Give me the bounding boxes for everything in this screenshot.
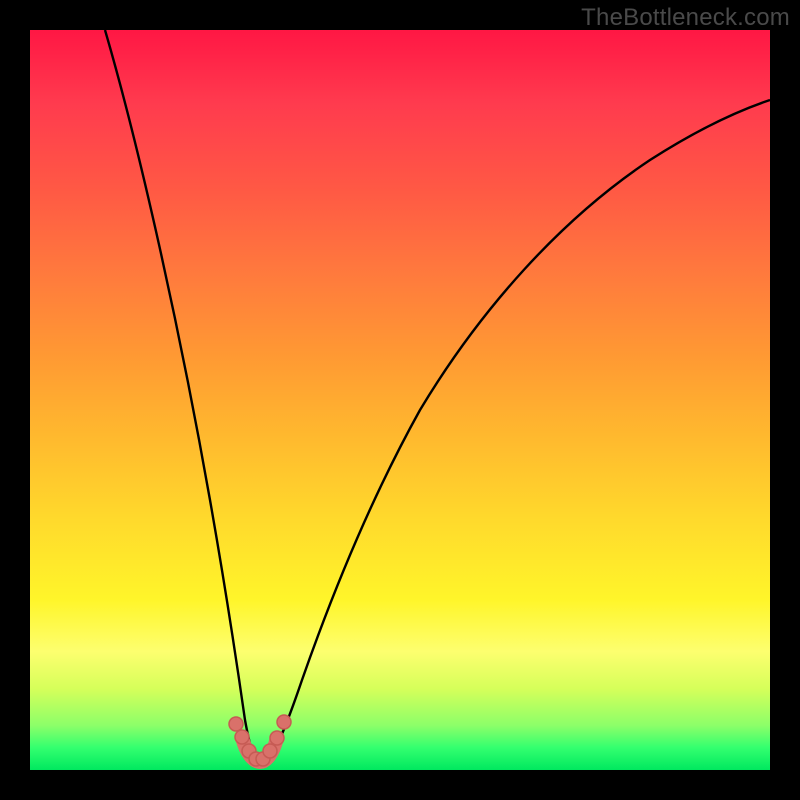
marker-dot xyxy=(270,731,284,745)
marker-dot xyxy=(229,717,243,731)
marker-dot xyxy=(277,715,291,729)
bottleneck-curve xyxy=(105,30,770,765)
marker-dot xyxy=(235,730,249,744)
plot-area xyxy=(30,30,770,770)
optimal-marker-group xyxy=(229,715,291,766)
marker-dot xyxy=(263,744,277,758)
chart-svg xyxy=(30,30,770,770)
outer-frame: TheBottleneck.com xyxy=(0,0,800,800)
watermark-text: TheBottleneck.com xyxy=(581,4,790,32)
